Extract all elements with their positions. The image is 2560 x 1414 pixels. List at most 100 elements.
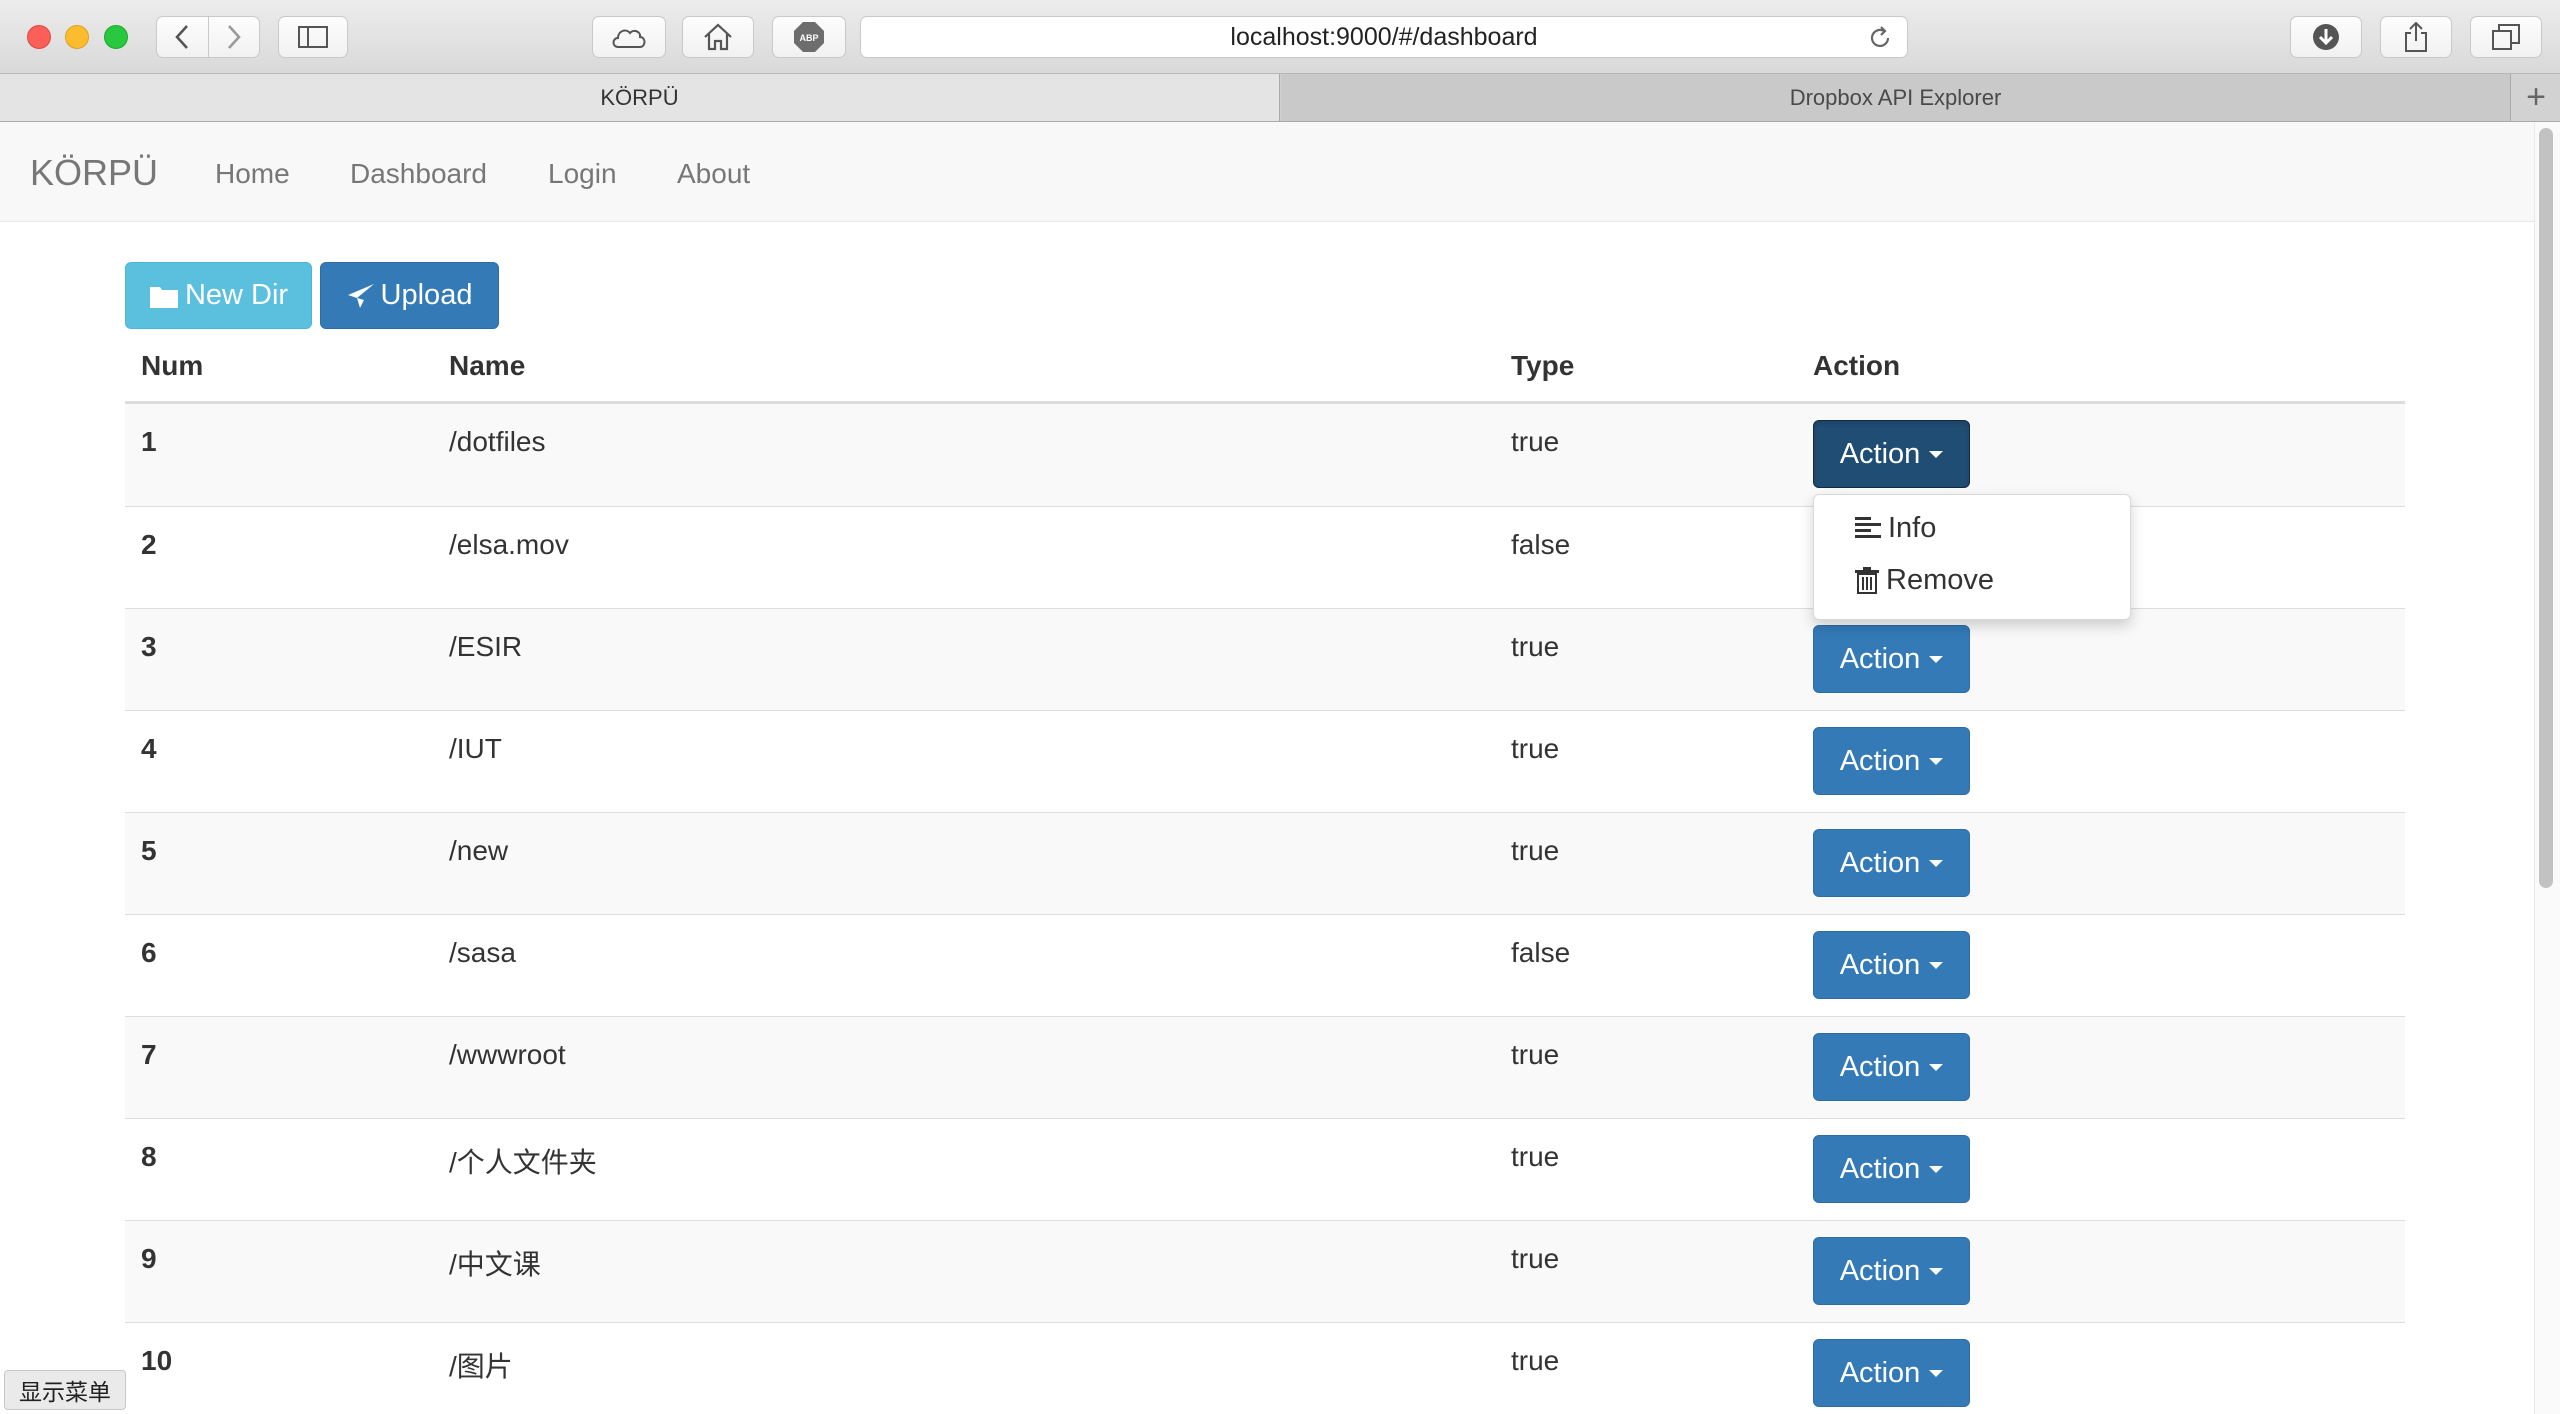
tab-dropbox-api-explorer[interactable]: Dropbox API Explorer (1281, 74, 2511, 121)
trash-icon (1855, 567, 1879, 594)
row-type: true (1511, 1345, 1560, 1376)
row-name: /wwwroot (449, 1039, 566, 1070)
row-num: 7 (141, 1039, 157, 1070)
action-dropdown-button[interactable]: Action (1813, 625, 1970, 693)
row-name: /elsa.mov (449, 529, 569, 560)
dropdown-item-remove[interactable]: Remove (1854, 560, 1994, 600)
scrollbar-thumb[interactable] (2539, 128, 2553, 888)
dropdown-item-label: Remove (1886, 563, 1994, 596)
brand-link[interactable]: KÖRPÜ (30, 152, 158, 194)
tab-label: Dropbox API Explorer (1789, 84, 2002, 110)
caret-down-icon (1929, 1369, 1944, 1377)
nav-link-login[interactable]: Login (548, 158, 617, 190)
row-name: /new (449, 835, 509, 866)
minimize-window-button[interactable] (65, 25, 89, 49)
row-type: true (1511, 733, 1560, 764)
icloud-tabs-button[interactable] (592, 16, 666, 58)
action-button-label: Action (1839, 642, 1921, 675)
sidebar-icon (298, 26, 328, 48)
row-type: false (1511, 937, 1571, 968)
action-dropdown-button[interactable]: Action (1813, 1237, 1970, 1305)
table-header: Num Name Type Action (125, 336, 2405, 404)
row-type: true (1511, 835, 1560, 866)
row-type: false (1511, 529, 1571, 560)
row-name: /个人文件夹 (449, 1147, 597, 1178)
header-type: Type (1511, 350, 1575, 381)
action-dropdown-button[interactable]: Action (1813, 1033, 1970, 1101)
action-button-label: Action (1839, 437, 1921, 470)
row-num: 6 (141, 937, 157, 968)
table-row: 8/个人文件夹 true Action (125, 1118, 2405, 1220)
action-dropdown-button[interactable]: Action (1813, 727, 1970, 795)
table-row: 5/new true Action (125, 812, 2405, 914)
row-name: /IUT (449, 733, 502, 764)
tab-label: KÖRPÜ (600, 84, 679, 110)
row-num: 8 (141, 1141, 157, 1172)
address-bar[interactable]: localhost:9000/#/dashboard (860, 16, 1908, 58)
sidebar-toggle-button[interactable] (278, 16, 348, 58)
svg-text:ABP: ABP (799, 33, 818, 43)
nav-link-home[interactable]: Home (215, 158, 290, 190)
row-name: /中文课 (449, 1249, 541, 1280)
action-button-label: Action (1839, 1152, 1921, 1185)
action-button-label: Action (1839, 948, 1921, 981)
back-button[interactable] (157, 17, 209, 57)
row-type: true (1511, 1243, 1560, 1274)
new-dir-button[interactable]: New Dir (125, 262, 312, 329)
dropdown-item-info[interactable]: Info (1854, 508, 1936, 548)
table-row: 10/图片 true Action (125, 1322, 2405, 1414)
forward-button[interactable] (209, 17, 260, 57)
reload-icon[interactable] (1867, 25, 1893, 51)
caret-down-icon (1929, 450, 1944, 458)
new-tab-button[interactable]: + (2512, 74, 2560, 121)
action-button-label: Action (1839, 1356, 1921, 1389)
row-num: 4 (141, 733, 157, 764)
action-dropdown-button[interactable]: Action (1813, 420, 1970, 488)
share-button[interactable] (2380, 16, 2452, 58)
row-type: true (1511, 426, 1560, 457)
row-num: 2 (141, 529, 157, 560)
caret-down-icon (1929, 1165, 1944, 1173)
adblock-button[interactable]: ABP (772, 16, 846, 58)
close-window-button[interactable] (27, 25, 51, 49)
send-icon (347, 283, 374, 308)
row-num: 9 (141, 1243, 157, 1274)
action-dropdown-button[interactable]: Action (1813, 829, 1970, 897)
action-button-label: Action (1839, 1254, 1921, 1287)
caret-down-icon (1929, 859, 1944, 867)
row-type: true (1511, 1039, 1560, 1070)
zoom-window-button[interactable] (104, 25, 128, 49)
action-dropdown-button[interactable]: Action (1813, 1339, 1970, 1407)
app-navbar: KÖRPÜ Home Dashboard Login About (0, 122, 2534, 222)
dropdown-item-label: Info (1888, 511, 1937, 544)
browser-titlebar: ABP localhost:9000/#/dashboard (0, 0, 2560, 74)
header-action: Action (1813, 350, 1901, 381)
show-all-tabs-button[interactable] (2470, 16, 2542, 58)
caret-down-icon (1929, 1063, 1944, 1071)
action-dropdown-button[interactable]: Action (1813, 931, 1970, 999)
row-name: /sasa (449, 937, 516, 968)
row-name: /dotfiles (449, 426, 546, 457)
upload-label: Upload (380, 279, 473, 311)
caret-down-icon (1929, 655, 1944, 663)
caret-down-icon (1929, 1267, 1944, 1275)
url-text: localhost:9000/#/dashboard (1230, 22, 1538, 51)
nav-link-about[interactable]: About (677, 158, 750, 190)
caret-down-icon (1929, 961, 1944, 969)
upload-button[interactable]: Upload (320, 262, 499, 329)
home-button[interactable] (682, 16, 754, 58)
new-dir-label: New Dir (184, 279, 289, 311)
tab-bar: KÖRPÜ Dropbox API Explorer + (0, 74, 2560, 122)
align-left-icon (1855, 517, 1881, 538)
share-icon (2405, 21, 2427, 52)
tab-korpu[interactable]: KÖRPÜ (0, 74, 1280, 121)
row-num: 3 (141, 631, 157, 662)
action-dropdown-button[interactable]: Action (1813, 1135, 1970, 1203)
downloads-button[interactable] (2290, 16, 2362, 58)
show-menu-status[interactable]: 显示菜单 (4, 1370, 126, 1410)
header-num: Num (141, 350, 204, 381)
nav-link-dashboard[interactable]: Dashboard (350, 158, 487, 190)
adblock-icon: ABP (794, 22, 824, 52)
caret-down-icon (1929, 757, 1944, 765)
row-type: true (1511, 631, 1560, 662)
